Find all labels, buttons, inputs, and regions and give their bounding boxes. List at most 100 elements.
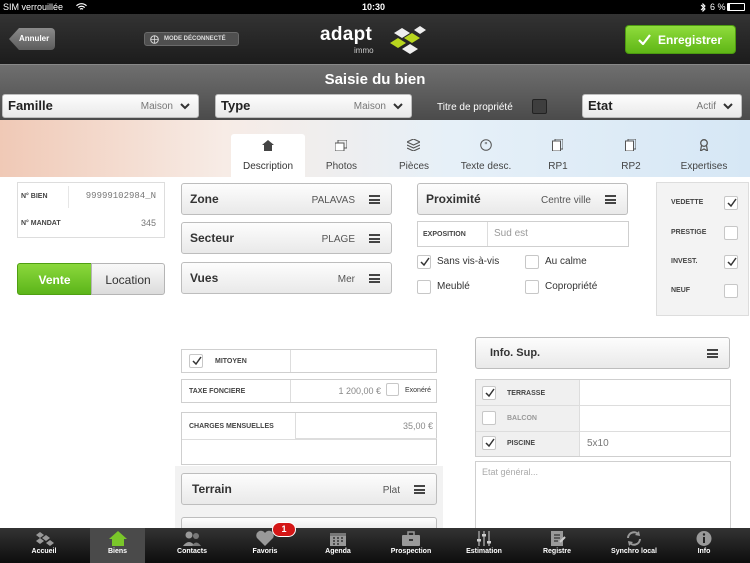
copropriete-checkbox[interactable] — [525, 280, 539, 294]
piscine-checkbox[interactable] — [482, 436, 496, 450]
mitoyen-label: MITOYEN — [215, 358, 247, 365]
piscine-label: PISCINE — [507, 440, 536, 447]
vedette-checkbox[interactable] — [724, 196, 738, 210]
prestige-checkbox[interactable] — [724, 226, 738, 240]
brand-logo: adapt immo — [318, 24, 430, 60]
secteur-dropdown[interactable]: Secteur PLAGE — [181, 222, 392, 254]
zone-label: Zone — [190, 192, 219, 206]
documents-icon — [625, 139, 636, 151]
tab-expertises-label: Expertises — [680, 161, 728, 172]
charges-divider — [182, 439, 436, 440]
check-icon — [485, 388, 495, 398]
calendar-icon — [330, 533, 346, 546]
mitoyen-checkbox[interactable] — [189, 354, 203, 368]
neuf-checkbox[interactable] — [724, 284, 738, 298]
tab-texte-desc[interactable]: " Texte desc. — [450, 134, 522, 177]
charges-row: CHARGES MENSUELLES 35,00 € — [181, 412, 437, 465]
etat-dropdown[interactable]: Etat Actif — [582, 94, 742, 118]
meuble-checkbox[interactable] — [417, 280, 431, 294]
copropriete-label: Copropriété — [545, 281, 598, 292]
cancel-button[interactable]: Annuler — [9, 28, 55, 50]
battery-percent: 6 % — [710, 2, 726, 12]
exonere-checkbox[interactable] — [386, 383, 399, 396]
bien-field[interactable]: 99999102984_N — [68, 186, 160, 208]
brand-name: adapt — [320, 24, 373, 45]
titre-propriete-checkbox[interactable] — [532, 99, 547, 114]
proximite-dropdown[interactable]: Proximité Centre ville — [417, 183, 628, 215]
vues-label: Vues — [190, 271, 219, 285]
vente-button[interactable]: Vente — [17, 263, 92, 295]
terrasse-checkbox[interactable] — [482, 386, 496, 400]
tabbar-agenda[interactable]: Agenda — [306, 528, 370, 563]
vues-value: Mer — [337, 274, 355, 285]
piscine-value[interactable]: 5x10 — [587, 438, 609, 449]
tabbar-estimation-label: Estimation — [466, 548, 502, 555]
tabbar-registre[interactable]: Registre — [525, 528, 589, 563]
tabbar-contacts[interactable]: Contacts — [160, 528, 224, 563]
taxe-label: TAXE FONCIERE — [189, 388, 246, 395]
exposition-input[interactable]: Sud est — [487, 222, 629, 246]
save-button[interactable]: Enregistrer — [625, 25, 736, 54]
au-calme-label: Au calme — [545, 256, 587, 267]
location-button[interactable]: Location — [91, 263, 165, 295]
tab-pieces[interactable]: Pièces — [378, 134, 450, 177]
charges-input[interactable]: 35,00 € — [295, 413, 437, 439]
chevron-down-icon — [180, 103, 190, 110]
tab-photos-label: Photos — [325, 161, 358, 172]
tab-description[interactable]: Description — [231, 134, 305, 177]
sans-vis-a-vis-checkbox[interactable] — [417, 255, 431, 269]
tab-photos[interactable]: Photos — [305, 134, 378, 177]
tabbar-registre-label: Registre — [542, 548, 571, 555]
tabbar-favoris-label: Favoris — [252, 548, 278, 555]
tab-expertises[interactable]: Expertises — [668, 134, 740, 177]
tabbar-prospection[interactable]: Prospection — [379, 528, 443, 563]
tabbar-accueil[interactable]: Accueil — [12, 528, 76, 563]
menu-icon — [369, 195, 380, 204]
tabbar-biens[interactable]: Biens — [90, 528, 145, 563]
logo-icon — [36, 532, 54, 546]
tab-rp1[interactable]: RP1 — [522, 134, 594, 177]
offline-mode-label: MODE DÉCONNECTÉ — [164, 36, 226, 42]
etat-general-textarea[interactable]: Etat général... — [475, 461, 731, 529]
invest-checkbox[interactable] — [724, 255, 738, 269]
tabbar-synchro[interactable]: Synchro local — [598, 528, 670, 563]
favoris-badge: 1 — [272, 522, 296, 537]
mandat-field[interactable]: 345 — [68, 212, 160, 234]
au-calme-checkbox[interactable] — [525, 255, 539, 269]
prestige-label: PRESTIGE — [671, 229, 707, 236]
home-icon — [108, 531, 127, 546]
tab-rp2[interactable]: RP2 — [594, 134, 668, 177]
famille-dropdown[interactable]: Famille Maison — [2, 94, 199, 118]
tabbar-biens-label: Biens — [107, 548, 128, 555]
balcon-input[interactable] — [581, 406, 730, 431]
balcon-label: BALCON — [507, 415, 537, 422]
tabbar-contacts-label: Contacts — [177, 548, 207, 555]
taxe-input[interactable]: 1 200,00 € Exonéré — [290, 380, 437, 402]
balcon-checkbox[interactable] — [482, 411, 496, 425]
mitoyen-input[interactable] — [290, 350, 437, 372]
tabbar-prospection-label: Prospection — [390, 548, 432, 555]
terrain-label: Terrain — [192, 482, 232, 496]
bluetooth-icon — [700, 3, 706, 12]
vues-dropdown[interactable]: Vues Mer — [181, 262, 392, 294]
tab-rp1-label: RP1 — [548, 161, 568, 172]
famille-label: Famille — [8, 98, 53, 113]
tab-pieces-label: Pièces — [398, 161, 429, 172]
secteur-label: Secteur — [190, 231, 235, 245]
type-dropdown[interactable]: Type Maison — [215, 94, 412, 118]
tabbar-info[interactable]: Info — [676, 528, 732, 563]
save-label: Enregistrer — [658, 33, 723, 47]
zone-dropdown[interactable]: Zone PALAVAS — [181, 183, 392, 215]
terrasse-input[interactable] — [581, 380, 730, 405]
info-sup-header[interactable]: Info. Sup. — [475, 337, 730, 369]
equalizer-icon — [477, 531, 491, 546]
clock: 10:30 — [362, 2, 386, 12]
photos-icon — [335, 140, 347, 151]
wifi-icon — [76, 3, 87, 10]
terrain-dropdown[interactable]: Terrain Plat — [181, 473, 437, 505]
proximite-value: Centre ville — [540, 195, 591, 206]
svg-text:": " — [484, 141, 488, 150]
exposition-label: EXPOSITION — [423, 231, 466, 238]
tabbar-estimation[interactable]: Estimation — [452, 528, 516, 563]
check-icon — [638, 34, 651, 45]
